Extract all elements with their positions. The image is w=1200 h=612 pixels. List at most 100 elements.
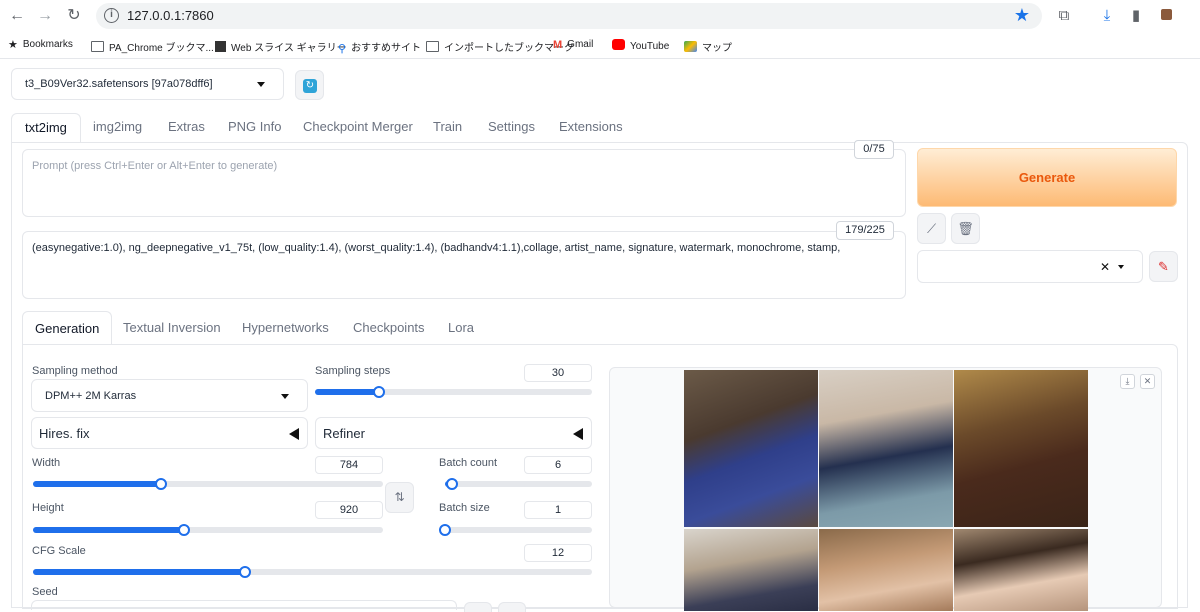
back-arrow-icon[interactable]: ← [7, 6, 27, 26]
hires-fix-accordion[interactable]: Hires. fix [31, 417, 308, 449]
height-slider[interactable] [33, 524, 383, 536]
gallery-image[interactable] [819, 370, 953, 527]
gmail-icon: M [553, 39, 563, 51]
batch-count-label: Batch count [439, 457, 498, 469]
negative-prompt-text: (easynegative:1.0), ng_deepnegative_v1_7… [32, 242, 841, 254]
slider-thumb[interactable] [154, 478, 167, 490]
bookmark-item[interactable]: M Gmail [553, 39, 593, 51]
gallery-image[interactable] [684, 370, 818, 527]
slider-thumb[interactable] [372, 386, 385, 398]
close-icon[interactable]: ✕ [1140, 374, 1155, 389]
height-input[interactable]: 920 [315, 501, 383, 519]
youtube-icon [612, 39, 625, 50]
edit-styles-button[interactable]: ✎ [1149, 251, 1178, 282]
batch-count-slider[interactable] [445, 478, 592, 490]
width-slider[interactable] [33, 478, 383, 490]
web-slice-icon [215, 41, 226, 52]
tab-lora[interactable]: Lora [448, 311, 474, 345]
tab-generation[interactable]: Generation [22, 311, 113, 345]
star-icon: ★ [8, 39, 18, 51]
slider-fill [315, 389, 379, 395]
maps-icon [684, 41, 697, 52]
bookmarks-bar: ★ Bookmarks PA_Chrome ブックマ... Web スライス ギャ… [0, 33, 1200, 59]
bookmark-item[interactable]: ★ Bookmarks [8, 39, 73, 51]
tab-train[interactable]: Train [433, 113, 462, 143]
trash-icon: 🗑 [957, 221, 974, 236]
tab-hypernetworks[interactable]: Hypernetworks [242, 311, 329, 345]
pencil-icon: ✎ [1158, 259, 1169, 274]
checkpoint-select[interactable]: t3_B09Ver32.safetensors [97a078dff6] [11, 68, 284, 100]
slider-thumb[interactable] [439, 524, 451, 536]
sampling-steps-input[interactable]: 30 [524, 364, 592, 382]
download-icon[interactable]: ⤓ [1097, 6, 1117, 26]
cfg-scale-input[interactable]: 12 [524, 544, 592, 562]
chevron-down-icon [1118, 265, 1124, 269]
tab-img2img[interactable]: img2img [93, 113, 142, 143]
bookmark-item[interactable]: PA_Chrome ブックマ... [91, 39, 214, 54]
address-bar[interactable]: i 127.0.0.1:7860 ★ [96, 3, 1042, 29]
bookmark-item[interactable]: ⚲ おすすめサイト [338, 39, 421, 55]
tab-checkpoints[interactable]: Checkpoints [353, 311, 425, 345]
random-seed-button[interactable] [464, 602, 492, 612]
checkpoint-value: t3_B09Ver32.safetensors [97a078dff6] [25, 78, 213, 90]
read-params-button[interactable]: ⟋ [917, 213, 946, 244]
refresh-icon: ↻ [303, 79, 317, 93]
side-panel-icon[interactable]: ▮ [1126, 6, 1146, 26]
download-icon[interactable]: ⤓ [1120, 374, 1135, 389]
gallery-image[interactable] [954, 529, 1088, 611]
forward-arrow-icon[interactable]: → [35, 6, 55, 26]
reuse-seed-button[interactable] [498, 602, 526, 612]
prompt-textarea[interactable]: Prompt (press Ctrl+Enter or Alt+Enter to… [22, 149, 906, 217]
negative-token-counter: 179/225 [836, 221, 894, 240]
bookmark-item[interactable]: マップ [684, 39, 732, 54]
batch-size-input[interactable]: 1 [524, 501, 592, 519]
batch-size-slider[interactable] [439, 524, 592, 536]
profile-avatar[interactable] [1156, 6, 1176, 26]
tab-settings[interactable]: Settings [488, 113, 535, 143]
refresh-checkpoint-button[interactable]: ↻ [295, 70, 324, 100]
sampling-method-select[interactable]: DPM++ 2M Karras [31, 379, 308, 412]
tab-extras[interactable]: Extras [168, 113, 205, 143]
width-label: Width [32, 457, 61, 469]
output-gallery: ⤓ ✕ [609, 367, 1162, 611]
arrow-icon: ⟋ [926, 221, 937, 236]
cfg-scale-slider[interactable] [33, 566, 592, 578]
clear-prompt-button[interactable]: 🗑 [951, 213, 980, 244]
styles-select[interactable]: ✕ [917, 250, 1143, 283]
gallery-thumbnails [684, 370, 1089, 611]
swap-dimensions-button[interactable]: ⇅ [385, 482, 414, 513]
seed-input[interactable] [31, 600, 457, 610]
slider-fill [33, 481, 161, 487]
bookmark-star-icon[interactable]: ★ [1014, 5, 1030, 26]
url-text: 127.0.0.1:7860 [127, 8, 214, 23]
site-info-icon[interactable]: i [104, 8, 119, 23]
clear-icon[interactable]: ✕ [1100, 260, 1110, 274]
sampling-steps-slider[interactable] [315, 386, 592, 398]
tab-textual-inversion[interactable]: Textual Inversion [123, 311, 221, 345]
bookmark-item[interactable]: インポートしたブックマーク [426, 39, 574, 54]
slider-thumb[interactable] [177, 524, 190, 536]
gallery-image[interactable] [819, 529, 953, 611]
gallery-image[interactable] [684, 529, 818, 611]
batch-count-input[interactable]: 6 [524, 456, 592, 474]
extensions-puzzle-icon[interactable]: ⧉ [1054, 6, 1074, 26]
refiner-accordion[interactable]: Refiner [315, 417, 592, 449]
bookmark-item[interactable]: YouTube [612, 39, 669, 52]
negative-prompt-textarea[interactable]: (easynegative:1.0), ng_deepnegative_v1_7… [22, 231, 906, 299]
prompt-token-counter: 0/75 [854, 140, 894, 159]
gallery-image[interactable] [954, 370, 1088, 527]
tab-png-info[interactable]: PNG Info [228, 113, 281, 143]
tab-extensions[interactable]: Extensions [559, 113, 623, 143]
reload-icon[interactable]: ↻ [64, 6, 84, 26]
bookmark-item[interactable]: Web スライス ギャラリー [215, 39, 347, 54]
collapse-triangle-icon [573, 428, 583, 440]
seed-label: Seed [32, 586, 58, 598]
batch-size-label: Batch size [439, 502, 490, 514]
tab-checkpoint-merger[interactable]: Checkpoint Merger [303, 113, 413, 143]
generate-button[interactable]: Generate [917, 148, 1177, 207]
width-input[interactable]: 784 [315, 456, 383, 474]
sampling-method-label: Sampling method [32, 365, 118, 377]
slider-fill [33, 569, 246, 575]
cfg-scale-label: CFG Scale [32, 545, 86, 557]
tab-txt2img[interactable]: txt2img [11, 113, 81, 143]
